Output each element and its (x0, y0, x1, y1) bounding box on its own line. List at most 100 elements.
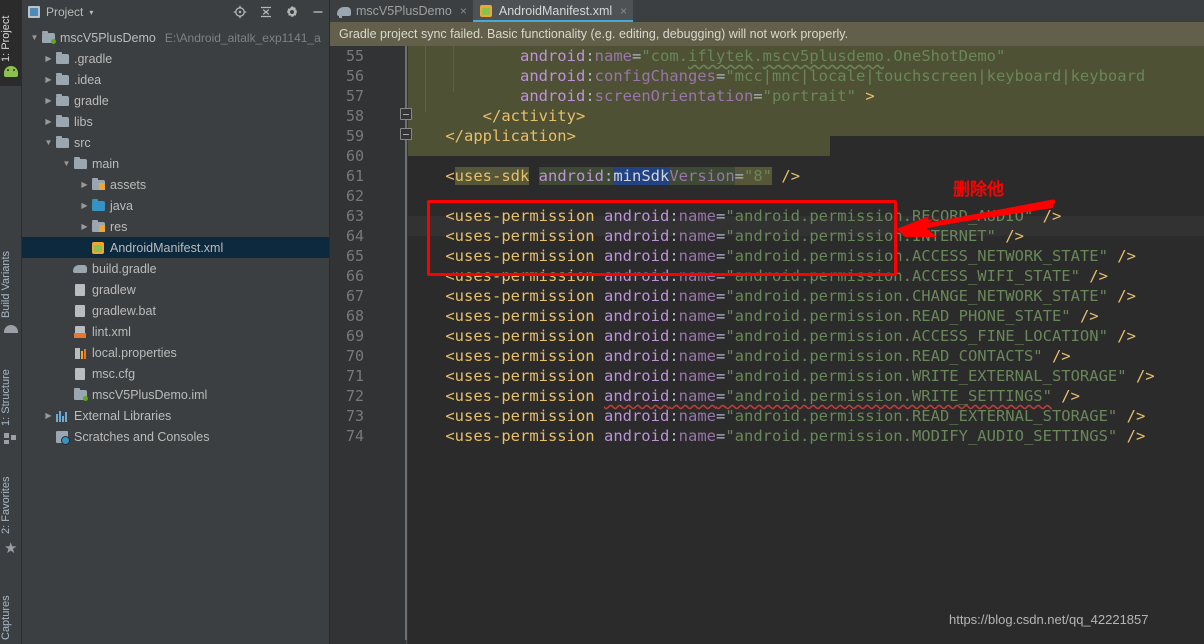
file-icon (73, 367, 88, 381)
line-number-gutter[interactable]: 55 56 57 58 59 60 61 62 63 64 65 66 67 6… (330, 46, 412, 644)
expand-arrow-icon[interactable]: ▼ (60, 159, 73, 168)
line-number: 65 (345, 247, 364, 265)
code-line-58[interactable]: </activity> (408, 106, 1204, 126)
tree-label: local.properties (92, 345, 177, 360)
expand-arrow-icon[interactable]: ▶ (78, 201, 91, 210)
tree-row-iml[interactable]: mscV5PlusDemo.iml (22, 384, 329, 405)
tree-row-java[interactable]: ▶ java (22, 195, 329, 216)
module-path-label: E:\Android_aitalk_exp1141_a (164, 30, 321, 45)
android-head-icon[interactable] (4, 66, 18, 80)
code-line-72[interactable]: <uses-permission android:name="android.p… (408, 386, 1204, 406)
favorites-star-icon: ★ (4, 540, 18, 557)
line-number: 55 (345, 47, 364, 65)
android-manifest-icon (479, 4, 494, 18)
expand-arrow-icon[interactable]: ▶ (42, 117, 55, 126)
tree-row-src[interactable]: ▼ src (22, 132, 329, 153)
editor-tab-androidmanifest-xml[interactable]: AndroidManifest.xml × (472, 0, 634, 22)
expand-arrow-icon[interactable]: ▶ (78, 180, 91, 189)
tree-label: gradle (74, 93, 109, 108)
tree-row-scratches-and-consoles[interactable]: Scratches and Consoles (22, 426, 329, 447)
editor-area: mscV5PlusDemo × AndroidManifest.xml × Gr… (330, 0, 1204, 644)
code-line-57[interactable]: android:screenOrientation="portrait" > (408, 86, 1204, 106)
expand-arrow-icon[interactable]: ▶ (78, 222, 91, 231)
code-line-71[interactable]: <uses-permission android:name="android.p… (408, 366, 1204, 386)
tree-row-gradlew-bat[interactable]: gradlew.bat (22, 300, 329, 321)
fold-guide-line (405, 46, 407, 112)
tree-row-local-properties[interactable]: local.properties (22, 342, 329, 363)
code-line-66[interactable]: <uses-permission android:name="android.p… (408, 266, 1204, 286)
code-line-70[interactable]: <uses-permission android:name="android.p… (408, 346, 1204, 366)
code-editor[interactable]: 55 56 57 58 59 60 61 62 63 64 65 66 67 6… (330, 46, 1204, 644)
line-number: 73 (345, 407, 364, 425)
tree-label: gradlew.bat (92, 303, 156, 318)
tree-row-module-root[interactable]: ▼ mscV5PlusDemo E:\Android_aitalk_exp114… (22, 27, 329, 48)
code-line-69[interactable]: <uses-permission android:name="android.p… (408, 326, 1204, 346)
project-panel-toolbar (233, 5, 325, 19)
expand-arrow-icon[interactable]: ▶ (42, 411, 55, 420)
line-number: 64 (345, 227, 364, 245)
close-icon[interactable]: × (620, 4, 627, 18)
lint-xml-icon (73, 325, 88, 339)
tab-label: mscV5PlusDemo (356, 4, 452, 18)
code-line-64[interactable]: <uses-permission android:name="android.p… (408, 226, 1204, 246)
code-line-56[interactable]: android:configChanges="mcc|mnc|locale|to… (408, 66, 1204, 86)
line-number: 70 (345, 347, 364, 365)
line-number: 58 (345, 107, 364, 125)
code-text[interactable]: android:name="com.iflytek.mscv5plusdemo.… (408, 46, 1204, 644)
line-number: 56 (345, 67, 364, 85)
tree-label: lint.xml (92, 324, 131, 339)
expand-arrow-icon[interactable]: ▶ (42, 96, 55, 105)
tree-row-idea-dir[interactable]: ▶ .idea (22, 69, 329, 90)
locate-target-icon[interactable] (233, 5, 247, 19)
tree-row-external-libraries[interactable]: ▶ External Libraries (22, 405, 329, 426)
tree-row-msc-cfg[interactable]: msc.cfg (22, 363, 329, 384)
code-line-62[interactable] (408, 186, 1204, 206)
tool-window-button-structure[interactable]: 1: Structure (0, 350, 22, 428)
tree-row-gradle-wrapper[interactable]: ▶ gradle (22, 90, 329, 111)
tree-label: libs (74, 114, 93, 129)
code-line-68[interactable]: <uses-permission android:name="android.p… (408, 306, 1204, 326)
watermark-url: https://blog.csdn.net/qq_42221857 (949, 612, 1149, 627)
expand-arrow-icon[interactable]: ▼ (42, 138, 55, 147)
tree-label: msc.cfg (92, 366, 136, 381)
editor-tab-mscv5plusdemo[interactable]: mscV5PlusDemo × (330, 0, 473, 22)
expand-arrow-icon[interactable]: ▶ (42, 54, 55, 63)
code-line-61[interactable]: <uses-sdk android:minSdkVersion="8" /> (408, 166, 1204, 186)
code-line-59[interactable]: </application> (408, 126, 1204, 146)
tree-row-libs[interactable]: ▶ libs (22, 111, 329, 132)
project-tree[interactable]: ▼ mscV5PlusDemo E:\Android_aitalk_exp114… (22, 24, 329, 447)
tool-window-button-build-variants[interactable]: Build Variants (0, 232, 22, 320)
expand-arrow-icon[interactable]: ▶ (42, 75, 55, 84)
settings-gear-icon[interactable] (285, 5, 299, 19)
tree-row-assets[interactable]: ▶ assets (22, 174, 329, 195)
tree-row-lint-xml[interactable]: lint.xml (22, 321, 329, 342)
code-line-65[interactable]: <uses-permission android:name="android.p… (408, 246, 1204, 266)
res-folder-icon (91, 219, 106, 234)
tool-window-button-captures[interactable]: Captures (0, 572, 22, 642)
tree-row-gradle-dir[interactable]: ▶ .gradle (22, 48, 329, 69)
line-number: 61 (345, 167, 364, 185)
line-number: 57 (345, 87, 364, 105)
tree-row-android-manifest[interactable]: AndroidManifest.xml (22, 237, 329, 258)
code-line-60[interactable] (408, 146, 1204, 166)
code-line-63[interactable]: <uses-permission android:name="android.p… (408, 206, 1204, 226)
code-line-74[interactable]: <uses-permission android:name="android.p… (408, 426, 1204, 446)
java-source-folder-icon (91, 198, 106, 213)
code-line-73[interactable]: <uses-permission android:name="android.p… (408, 406, 1204, 426)
project-window-icon (28, 6, 40, 18)
tree-row-build-gradle[interactable]: build.gradle (22, 258, 329, 279)
gradle-file-icon (73, 262, 88, 276)
code-line-67[interactable]: <uses-permission android:name="android.p… (408, 286, 1204, 306)
collapse-all-icon[interactable] (259, 5, 273, 19)
tree-row-gradlew[interactable]: gradlew (22, 279, 329, 300)
code-line-55[interactable]: android:name="com.iflytek.mscv5plusdemo.… (408, 46, 1204, 66)
chevron-down-icon[interactable]: ▾ (89, 8, 93, 17)
tool-window-button-project[interactable]: 1: Project (0, 2, 22, 64)
annotation-note-text: 删除他 (953, 180, 1004, 200)
minimize-icon[interactable] (311, 5, 325, 19)
expand-arrow-icon[interactable]: ▼ (28, 33, 41, 42)
tool-window-button-favorites[interactable]: 2: Favorites (0, 458, 22, 536)
tree-row-res[interactable]: ▶ res (22, 216, 329, 237)
tree-row-main[interactable]: ▼ main (22, 153, 329, 174)
close-icon[interactable]: × (460, 4, 467, 18)
